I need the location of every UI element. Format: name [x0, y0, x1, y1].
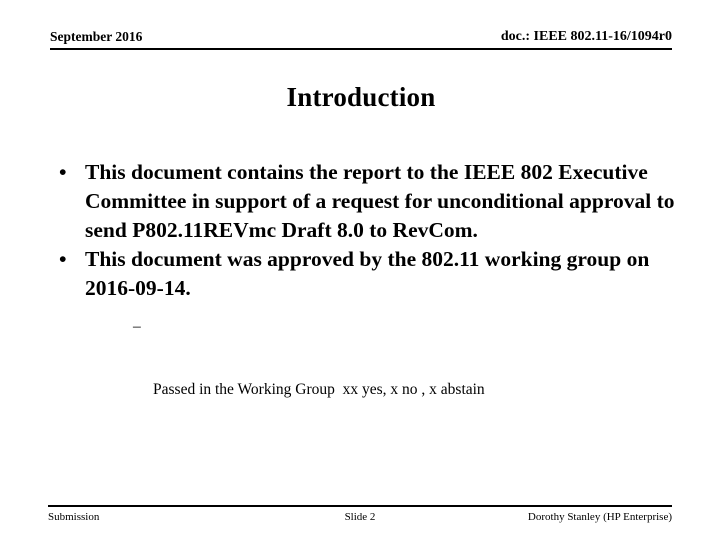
slide-header: September 2016 doc.: IEEE 802.11-16/1094… — [50, 28, 672, 50]
bullet-marker-icon: • — [59, 247, 67, 271]
bullet-text: This document was approved by the 802.11… — [85, 247, 650, 300]
dash-marker-icon: – — [133, 318, 141, 335]
sub-list-item: – Passed in the Working Group xx yes, x … — [85, 316, 675, 442]
list-item: • This document was approved by the 802.… — [50, 245, 675, 442]
slide-title: Introduction — [286, 82, 436, 112]
sub-bullet-list: – Passed in the Working Group xx yes, x … — [85, 316, 675, 442]
footer-author: Dorothy Stanley (HP Enterprise) — [527, 511, 672, 523]
list-item: • This document contains the report to t… — [50, 158, 675, 245]
header-date: September 2016 — [50, 29, 143, 44]
sub-bullet-text: Passed in the Working Group xx yes, x no… — [153, 381, 485, 398]
header-document-id: doc.: IEEE 802.11-16/1094r0 — [500, 29, 672, 44]
header-divider — [50, 48, 672, 50]
bullet-list: • This document contains the report to t… — [50, 158, 675, 442]
bullet-text: This document contains the report to the… — [85, 160, 675, 242]
footer-divider — [48, 505, 672, 507]
bullet-marker-icon: • — [59, 160, 67, 184]
slide-body: • This document contains the report to t… — [50, 158, 675, 442]
slide: September 2016 doc.: IEEE 802.11-16/1094… — [0, 0, 720, 540]
slide-footer: Submission Slide 2 Dorothy Stanley (HP E… — [48, 509, 672, 527]
